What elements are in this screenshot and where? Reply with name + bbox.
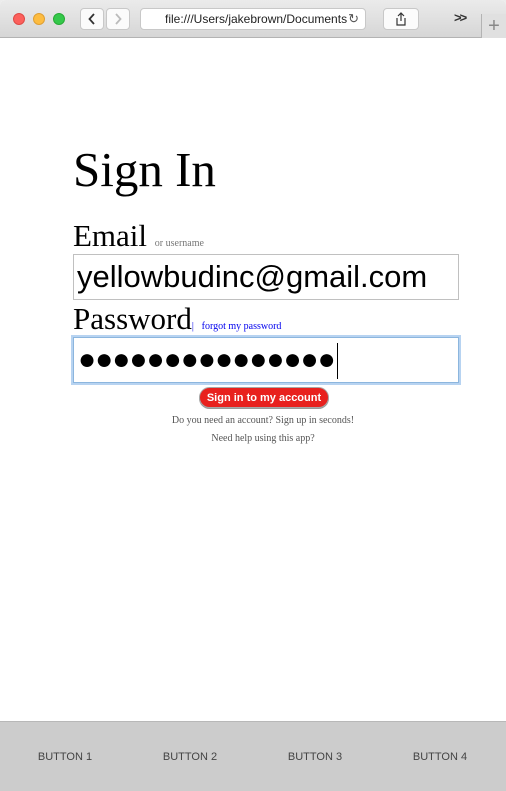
email-label: Email — [73, 218, 148, 253]
new-tab-button[interactable]: + — [481, 14, 506, 38]
address-bar[interactable]: file:///Users/jakebrown/Documents ↻ — [140, 8, 366, 30]
email-hint: or username — [154, 238, 204, 249]
reload-icon[interactable]: ↻ — [348, 11, 359, 27]
footer-button-1[interactable]: BUTTON 1 — [2, 722, 128, 791]
signup-prompt[interactable]: Do you need an account? Sign up in secon… — [73, 415, 453, 426]
minimize-window-button[interactable] — [33, 13, 45, 25]
address-url: file:///Users/jakebrown/Documents — [165, 12, 348, 26]
browser-toolbar: file:///Users/jakebrown/Documents ↻ >> + — [0, 0, 506, 38]
bottom-button-bar: BUTTON 1 BUTTON 2 BUTTON 3 BUTTON 4 — [0, 721, 506, 791]
zoom-window-button[interactable] — [53, 13, 65, 25]
footer-button-4[interactable]: BUTTON 4 — [377, 722, 503, 791]
forward-button[interactable] — [106, 8, 130, 30]
forward-chevron-icon — [115, 13, 122, 25]
page-content: Sign In Email or username yellowbudinc@g… — [0, 38, 506, 721]
password-field[interactable]: ●●●●●●●●●●●●●●● — [73, 337, 459, 383]
page-title: Sign In — [73, 142, 216, 197]
help-prompt[interactable]: Need help using this app? — [73, 433, 453, 444]
footer-button-2[interactable]: BUTTON 2 — [127, 722, 253, 791]
share-button[interactable] — [383, 8, 419, 30]
back-chevron-icon — [88, 13, 95, 25]
footer-button-3[interactable]: BUTTON 3 — [252, 722, 378, 791]
sign-in-button[interactable]: Sign in to my account — [199, 387, 329, 408]
password-value: ●●●●●●●●●●●●●●● — [78, 343, 336, 376]
text-caret — [336, 343, 338, 380]
share-icon — [396, 12, 406, 26]
browser-window: file:///Users/jakebrown/Documents ↻ >> +… — [0, 0, 506, 791]
password-label: Password — [73, 301, 192, 336]
email-field[interactable]: yellowbudinc@gmail.com — [73, 254, 459, 300]
forgot-password-link[interactable]: forgot my password — [202, 321, 282, 332]
forgot-separator: | — [191, 321, 194, 332]
toolbar-overflow-button[interactable]: >> — [454, 10, 467, 25]
close-window-button[interactable] — [13, 13, 25, 25]
back-button[interactable] — [80, 8, 104, 30]
